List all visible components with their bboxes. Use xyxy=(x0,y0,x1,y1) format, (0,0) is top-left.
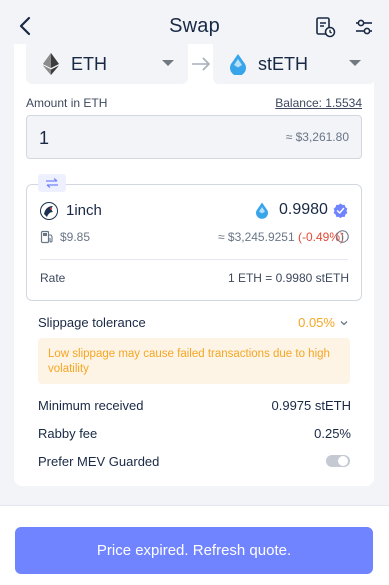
from-token-symbol: ETH xyxy=(71,53,107,74)
dex-name: 1inch xyxy=(66,202,102,219)
min-received-value: 0.9975 stETH xyxy=(271,398,352,413)
amount-label: Amount in ETH xyxy=(26,96,108,110)
toggle-knob xyxy=(338,456,348,466)
chevron-down-icon xyxy=(349,60,361,66)
to-token-select[interactable]: stETH xyxy=(213,44,375,84)
amount-usd-value: ≈ $3,261.80 xyxy=(285,130,349,144)
slippage-warning: Low slippage may cause failed transactio… xyxy=(38,338,350,384)
steth-icon xyxy=(256,202,268,219)
arrow-right-icon xyxy=(189,54,213,74)
slippage-label: Slippage tolerance xyxy=(38,315,146,330)
divider xyxy=(40,259,348,260)
settings-sliders-icon xyxy=(356,19,372,35)
amount-field: ≈ $3,261.80 xyxy=(26,115,362,159)
rabby-fee-value: 0.25% xyxy=(314,426,351,441)
token-pair-row: ETH stETH xyxy=(14,44,375,84)
history-icon xyxy=(316,17,336,38)
switch-quote-button[interactable] xyxy=(38,174,66,192)
slippage-selector[interactable]: 0.05% xyxy=(298,315,349,330)
refresh-quote-button[interactable]: Price expired. Refresh quote. xyxy=(15,527,373,574)
steth-icon xyxy=(227,53,249,75)
min-received-label: Minimum received xyxy=(38,398,144,413)
to-token-symbol: stETH xyxy=(258,53,309,74)
rabby-fee-label: Rabby fee xyxy=(38,426,98,441)
chevron-down-icon xyxy=(162,60,174,66)
gas-fee: $9.85 xyxy=(60,230,91,244)
settings-button[interactable] xyxy=(352,15,376,39)
receive-amount: 0.9980 xyxy=(279,201,328,218)
history-button[interactable] xyxy=(313,15,337,39)
rate-label: Rate xyxy=(40,271,66,285)
rate-value: 1 ETH = 0.9980 stETH xyxy=(227,271,349,285)
slippage-value: 0.05% xyxy=(298,315,335,330)
verified-badge-icon xyxy=(333,203,348,218)
amount-input[interactable] xyxy=(39,126,239,150)
chevron-left-icon xyxy=(19,16,31,36)
page-title: Swap xyxy=(169,14,220,37)
mev-guard-label: Prefer MEV Guarded xyxy=(38,454,160,469)
swap-arrows-icon xyxy=(46,178,58,188)
chevron-down-icon xyxy=(340,320,348,325)
route-usd-value: ≈ $3,245.9251 (-0.49%) xyxy=(218,230,344,244)
info-icon[interactable] xyxy=(336,230,349,243)
mev-guard-toggle[interactable] xyxy=(326,455,350,467)
1inch-logo-icon xyxy=(40,202,58,220)
eth-icon xyxy=(40,53,62,75)
route-usd-amount: ≈ $3,245.9251 xyxy=(217,230,295,244)
gas-pump-icon xyxy=(40,230,53,244)
back-button[interactable] xyxy=(14,14,36,38)
balance-link[interactable]: Balance: 1.5534 xyxy=(275,96,362,110)
from-token-select[interactable]: ETH xyxy=(26,44,188,84)
